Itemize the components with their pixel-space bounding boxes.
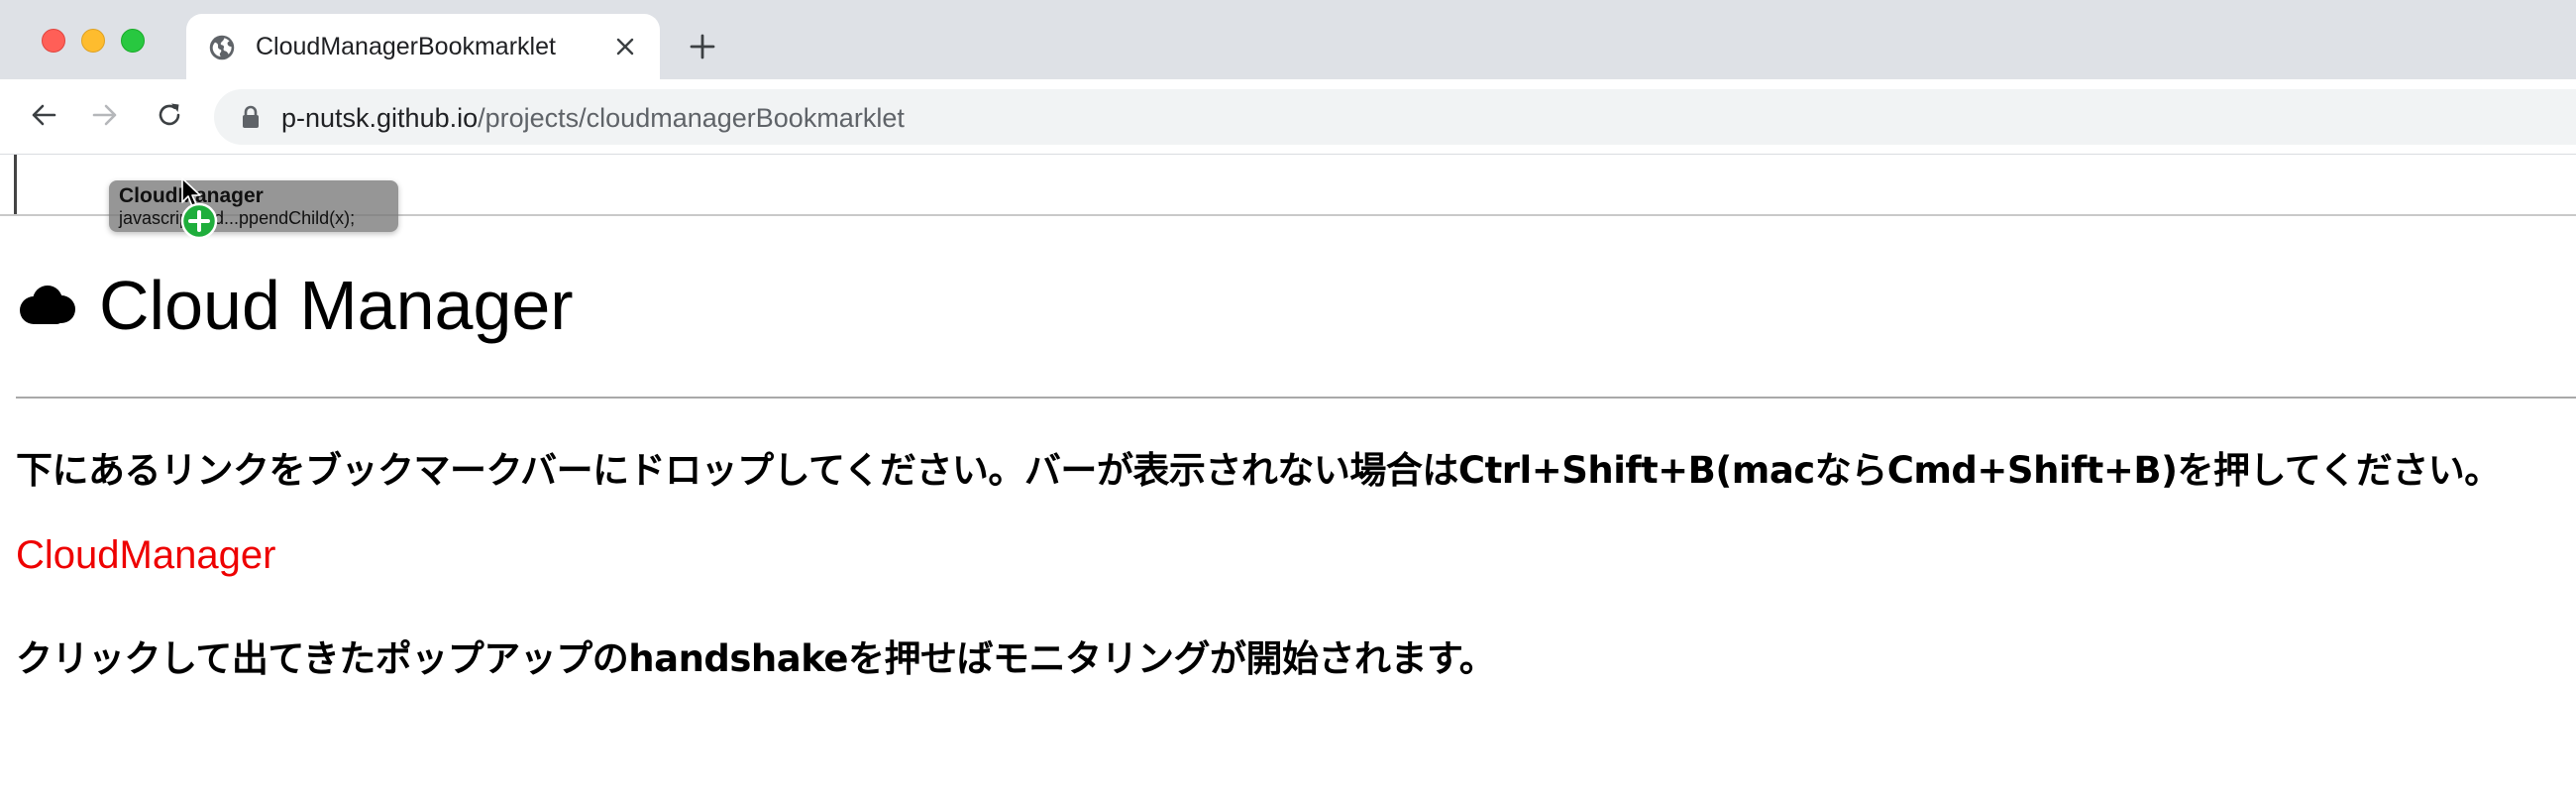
reload-button[interactable] [152,97,187,133]
globe-icon [209,35,235,60]
close-icon [616,38,634,56]
close-window-button[interactable] [42,29,65,53]
tab-title: CloudManagerBookmarklet [256,33,556,60]
url-text: p-nutsk.github.io/projects/cloudmanagerB… [281,103,905,134]
dragged-bookmark: CloudManager javascript:...d...ppendChil… [109,180,398,232]
address-bar[interactable]: p-nutsk.github.io/projects/cloudmanagerB… [214,89,2576,145]
back-button[interactable] [26,97,61,133]
lock-icon [243,105,259,128]
url-host: p-nutsk.github.io [281,103,479,133]
tab-strip: CloudManagerBookmarklet [0,0,2576,79]
hint-text: クリックして出てきたポップアップのhandshakeを押せばモニタリングが開始さ… [16,637,1496,680]
page-title: Cloud Manager [16,266,574,345]
dragged-bookmark-url: javascript:...d...ppendChild(x); [119,208,356,228]
add-copy-badge-icon [180,202,218,240]
plus-icon [690,34,715,59]
url-path: /projects/cloudmanagerBookmarklet [478,103,905,133]
divider [16,397,2576,399]
instruction-text: 下にあるリンクをブックマークバーにドロップしてください。バーが表示されない場合は… [16,449,2501,492]
forward-button[interactable] [87,97,123,133]
bookmarklet-link[interactable]: CloudManager [16,533,275,578]
arrow-left-icon [32,104,56,126]
browser-tab[interactable]: CloudManagerBookmarklet [186,14,660,79]
cloud-icon [20,286,75,324]
reload-icon [159,103,180,126]
page-title-text: Cloud Manager [99,267,574,344]
browser-toolbar: p-nutsk.github.io/projects/cloudmanagerB… [0,79,2576,155]
arrow-right-icon [92,104,117,126]
minimize-window-button[interactable] [81,29,105,53]
zoom-window-button[interactable] [121,29,145,53]
new-tab-button[interactable] [686,30,719,63]
drop-indicator [14,155,17,214]
tab-close-button[interactable] [610,32,640,61]
